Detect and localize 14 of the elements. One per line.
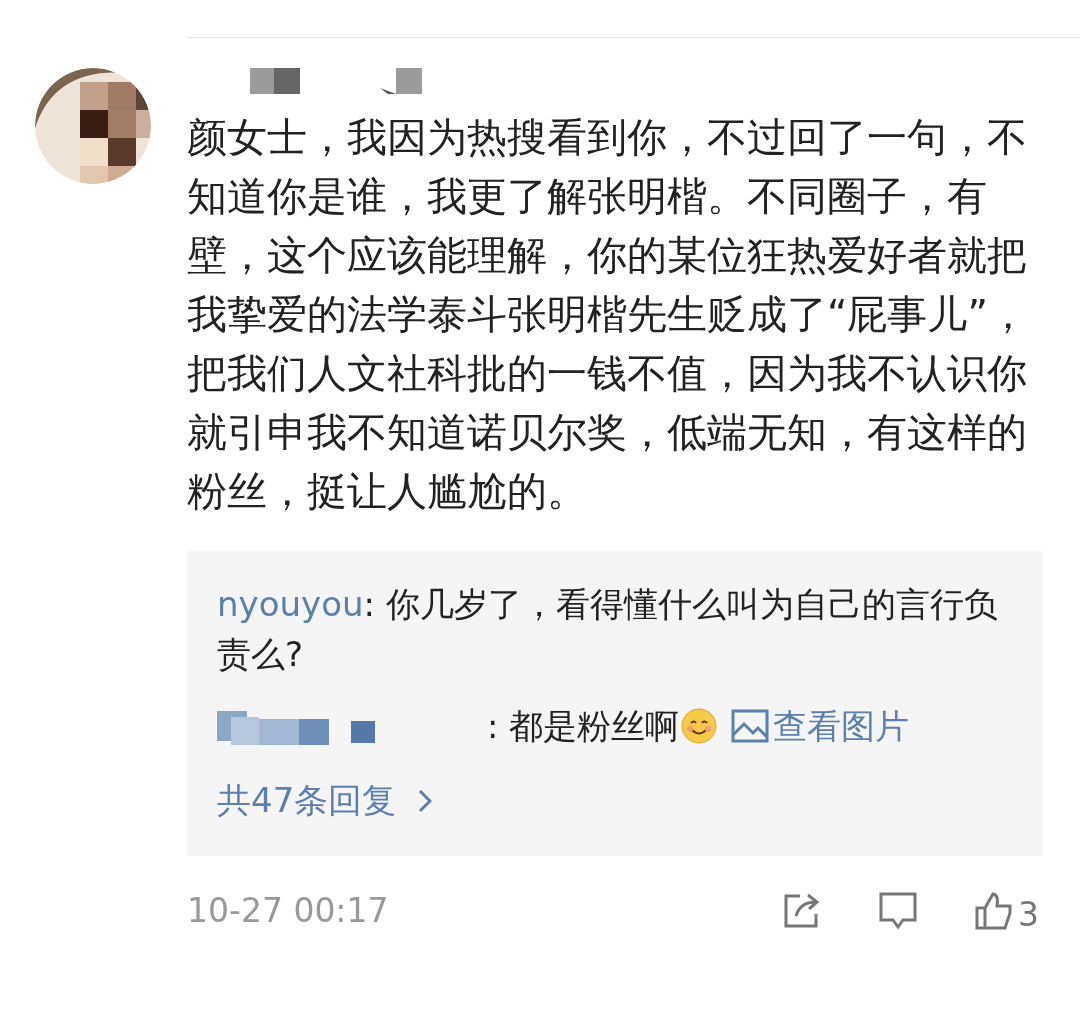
more-replies-link[interactable]: 共47条回复 (217, 775, 1023, 826)
reply-text: : 都是粉丝啊 (487, 705, 680, 748)
reply-text: nyouyou: 你几岁了，看得懂什么叫为自己的言行负责么? (217, 583, 999, 676)
share-icon[interactable] (782, 891, 822, 930)
comment-icon[interactable] (878, 890, 918, 931)
view-image-link[interactable]: 查看图片 (731, 701, 910, 751)
like-count: 3 (1018, 897, 1039, 931)
smiley-icon (681, 708, 718, 744)
image-icon (731, 709, 770, 743)
reply-author-link[interactable]: nyouyou (217, 584, 364, 624)
comment-time: 10-27 00:17 (187, 890, 389, 932)
chevron-right-icon (418, 788, 433, 813)
like-icon[interactable] (974, 890, 1014, 931)
comment-text: 颜女士，我因为热搜看到你，不过回了一句，不知道你是谁，我更了解张明楷。不同圈子，有壁，这个应该能理解，你的某位狂热爱好者就把我挚爱的法学泰斗张明楷先生贬成了“屁事儿”，把我们人文社科批的一钱不值，因为我不认识你就引申我不知道诺贝尔奖，低端无知，有这样的粉丝，挺让人尴尬的。 (187, 113, 1029, 516)
